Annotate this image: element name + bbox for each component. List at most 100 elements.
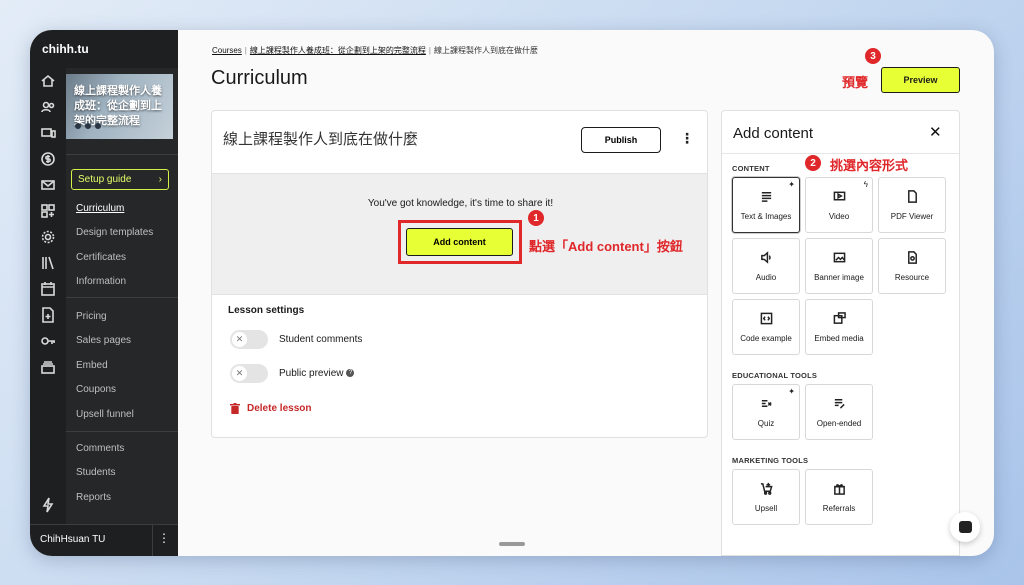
lesson-settings-title: Lesson settings [228,305,305,316]
resource-file-icon [879,251,945,267]
sidebar-item-reports[interactable]: Reports [76,492,111,503]
calendar-icon[interactable] [39,280,57,298]
public-preview-toggle[interactable]: ✕ [230,364,268,383]
tile-code-example[interactable]: Code example [732,299,800,355]
public-preview-label-wrap: Public preview? [279,368,355,379]
user-menu-icon[interactable]: ⋮ [158,531,170,545]
code-icon [733,312,799,328]
breadcrumb: Courses | 線上課程製作人養成班：從企劃到上架的完整流程 | 線上課程製作人到底… [212,46,538,55]
tile-video[interactable]: ϟ Video [805,177,873,233]
more-options-icon[interactable]: ⋮ [680,130,694,147]
key-icon[interactable] [39,332,57,350]
tile-upsell[interactable]: Upsell [732,469,800,525]
close-icon: ✕ [232,332,247,347]
sidebar-item-design-templates[interactable]: Design templates [76,227,153,238]
setup-guide-button[interactable]: Setup guide › [71,169,169,190]
mail-icon[interactable] [39,176,57,194]
tile-open-ended[interactable]: Open-ended [805,384,873,440]
tile-banner-image[interactable]: Banner image [805,238,873,294]
file-icon [879,190,945,206]
sidebar-item-pricing[interactable]: Pricing [76,311,107,322]
speaker-icon [733,251,799,267]
sparkle-icon: ✦ [788,387,795,396]
student-comments-toggle[interactable]: ✕ [230,330,268,349]
gear-icon[interactable] [39,228,57,246]
public-preview-label: Public preview [279,368,344,379]
tile-label: PDF Viewer [890,212,934,221]
tile-resource[interactable]: Resource [878,238,946,294]
section-label-content: CONTENT [732,164,770,173]
dollar-icon[interactable] [39,150,57,168]
lesson-title[interactable]: 線上課程製作人到底在做什麼 [223,128,418,149]
breadcrumb-course[interactable]: 線上課程製作人養成班：從企劃到上架的完整流程 [250,46,426,55]
tile-label: Resource [894,273,930,282]
tile-label: Video [828,212,850,221]
help-icon[interactable]: ? [346,369,355,378]
delete-lesson-button[interactable]: Delete lesson [230,403,311,414]
section-label-educational: EDUCATIONAL TOOLS [732,371,818,380]
step-1-badge: 1 [528,210,544,226]
tile-text-images[interactable]: ✦ Text & Images [732,177,800,233]
preview-button[interactable]: Preview [881,67,960,93]
chat-icon[interactable] [950,512,980,542]
add-file-icon[interactable] [39,306,57,324]
user-bar-divider [152,525,153,556]
empty-content-area: You've got knowledge, it's time to share… [212,173,707,295]
sidebar-item-sales-pages[interactable]: Sales pages [76,335,131,346]
breadcrumb-courses[interactable]: Courses [212,46,242,55]
tile-quiz[interactable]: ✦ Quiz [732,384,800,440]
tile-audio[interactable]: Audio [732,238,800,294]
breadcrumb-lesson: 線上課程製作人到底在做什麼 [433,46,538,55]
icon-rail [30,68,66,524]
close-icon[interactable]: ✕ [929,123,942,141]
tile-label: Embed media [814,334,864,343]
user-bar[interactable]: ChihHsuan TU ⋮ [30,524,178,556]
section-label-marketing: MARKETING TOOLS [732,456,809,465]
image-icon [806,251,872,267]
course-thumbnail[interactable]: 線上課程製作人養成班：從企劃到上架的完整流程 [66,74,173,139]
tile-label: Banner image [814,273,864,282]
sidebar-item-certificates[interactable]: Certificates [76,252,126,263]
sidebar-item-curriculum[interactable]: Curriculum [76,203,124,214]
sidebar-item-embed[interactable]: Embed [76,360,108,371]
text-lines-icon [733,190,799,206]
sidebar-item-comments[interactable]: Comments [76,443,124,454]
add-content-panel: Add content ✕ CONTENT ✦ Text & Images ϟ … [721,110,960,556]
sidebar-item-information[interactable]: Information [76,276,126,287]
pencil-lines-icon [806,397,872,413]
home-indicator [499,542,525,546]
sidebar-item-coupons[interactable]: Coupons [76,384,116,395]
sidebar-item-upsell-funnel[interactable]: Upsell funnel [76,409,134,420]
publish-button[interactable]: Publish [581,127,661,153]
trash-icon [230,403,240,414]
student-comments-label: Student comments [279,334,363,345]
tile-label: Quiz [757,419,775,428]
tile-label: Text & Images [740,212,792,221]
tile-embed-media[interactable]: Embed media [805,299,873,355]
add-content-button[interactable]: Add content [406,228,513,256]
lightning-icon[interactable] [39,496,57,514]
panel-title: Add content [733,125,814,142]
tile-pdf-viewer[interactable]: PDF Viewer [878,177,946,233]
brand-name[interactable]: chihh.tu [42,42,89,56]
tile-label: Open-ended [816,419,862,428]
sidebar-item-students[interactable]: Students [76,467,115,478]
step-2-annotation: 挑選內容形式 [830,158,909,173]
setup-guide-label: Setup guide [78,174,132,185]
step-1-annotation: 點選「Add content」按鈕 [529,239,683,254]
stack-icon[interactable] [39,358,57,376]
chevron-right-icon: › [158,174,162,185]
embed-icon [806,312,872,328]
tile-referrals[interactable]: Referrals [805,469,873,525]
page-title: Curriculum [211,67,308,89]
apps-icon[interactable] [39,202,57,220]
user-name: ChihHsuan TU [40,534,106,545]
share-prompt: You've got knowledge, it's time to share… [367,198,554,209]
sidebar-divider [66,154,178,155]
home-icon[interactable] [39,72,57,90]
panel-divider [722,153,959,154]
devices-icon[interactable] [39,124,57,142]
users-icon[interactable] [39,98,57,116]
video-icon [806,190,872,206]
library-icon[interactable] [39,254,57,272]
